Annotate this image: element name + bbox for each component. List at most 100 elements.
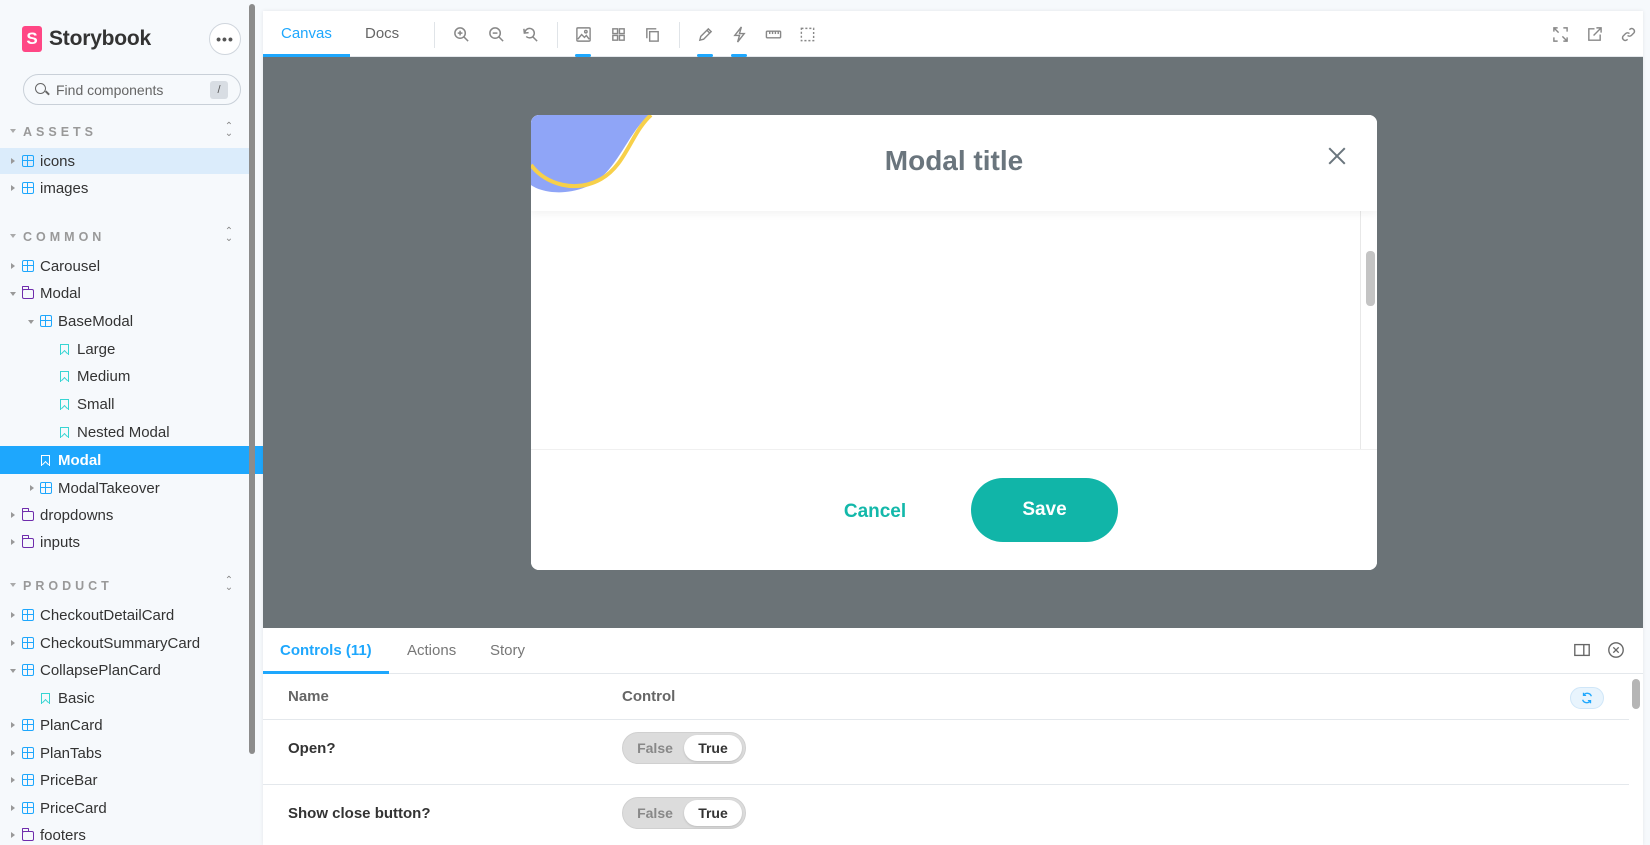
section-common[interactable]: COMMON ⌃ ⌄ <box>0 227 249 247</box>
search-input[interactable] <box>56 81 206 98</box>
controls-table-header: Name Control <box>263 674 1629 720</box>
tab-controls[interactable]: Controls (11) <box>263 628 389 674</box>
sidebar-item-pricecard[interactable]: PriceCard <box>0 795 249 821</box>
sidebar-item-modaltakeover[interactable]: ModalTakeover <box>0 475 249 501</box>
open-new-tab-icon[interactable] <box>1583 23 1605 45</box>
folder-icon <box>21 828 34 841</box>
panel-orientation-icon[interactable] <box>1573 641 1593 661</box>
tab-docs[interactable]: Docs <box>347 11 417 57</box>
toggle-option-true[interactable]: True <box>684 735 742 761</box>
sidebar-item-label: PriceBar <box>40 771 98 789</box>
copy-link-icon[interactable] <box>1617 23 1639 45</box>
expand-collapse-icon[interactable]: ⌃ ⌄ <box>223 576 235 593</box>
section-product[interactable]: PRODUCT ⌃ ⌄ <box>0 576 249 596</box>
folder-icon <box>21 508 34 521</box>
more-options-button[interactable]: ••• <box>209 23 241 55</box>
search-box[interactable]: / <box>23 74 241 105</box>
caret-right-icon <box>11 832 15 838</box>
fullscreen-icon[interactable] <box>1549 23 1571 45</box>
sidebar-item-carousel[interactable]: Carousel <box>0 253 249 279</box>
expand-collapse-icon[interactable]: ⌃ ⌄ <box>223 227 235 244</box>
section-label: PRODUCT <box>23 579 113 593</box>
outline-icon[interactable] <box>796 23 818 45</box>
sidebar-item-checkoutdetailcard[interactable]: CheckoutDetailCard <box>0 602 249 628</box>
caret-right-icon <box>30 485 34 491</box>
tab-actions[interactable]: Actions <box>390 628 473 674</box>
toolbar-divider <box>434 22 435 48</box>
component-icon <box>22 747 34 759</box>
sidebar-item-inputs[interactable]: inputs <box>0 529 249 555</box>
background-icon[interactable] <box>572 23 594 57</box>
caret-right-icon <box>11 612 15 618</box>
reset-controls-button[interactable] <box>1570 687 1604 709</box>
toggle-option-true[interactable]: True <box>684 800 742 826</box>
boolean-toggle[interactable]: False True <box>622 797 746 829</box>
tab-story[interactable]: Story <box>473 628 542 674</box>
bookmark-icon <box>41 455 50 466</box>
sidebar-item-nested-modal[interactable]: Nested Modal <box>0 419 249 445</box>
sidebar-item-medium[interactable]: Medium <box>0 363 249 389</box>
caret-right-icon <box>11 185 15 191</box>
boolean-toggle[interactable]: False True <box>622 732 746 764</box>
caret-right-icon <box>11 805 15 811</box>
close-panel-icon[interactable] <box>1607 641 1627 661</box>
ruler-icon[interactable] <box>762 23 784 45</box>
modal-scrollbar[interactable] <box>1366 251 1375 306</box>
toggle-option-false[interactable]: False <box>626 735 684 761</box>
bookmark-icon <box>60 371 69 382</box>
tab-canvas[interactable]: Canvas <box>263 11 350 57</box>
sidebar-item-modal-folder[interactable]: Modal <box>0 280 249 306</box>
grid-icon[interactable] <box>607 23 629 45</box>
caret-right-icon <box>11 158 15 164</box>
sidebar-item-icons[interactable]: icons <box>0 148 249 174</box>
sidebar-item-images[interactable]: images <box>0 175 249 201</box>
caret-right-icon <box>11 722 15 728</box>
caret-right-icon <box>11 750 15 756</box>
save-button[interactable]: Save <box>971 478 1118 542</box>
sidebar-item-label: PriceCard <box>40 799 107 817</box>
sidebar-item-basic[interactable]: Basic <box>0 685 249 711</box>
expand-collapse-icon[interactable]: ⌃ ⌄ <box>223 122 235 139</box>
viewport-icon[interactable] <box>641 23 663 45</box>
ellipsis-icon: ••• <box>216 31 234 47</box>
sidebar-item-plantabs[interactable]: PlanTabs <box>0 740 249 766</box>
search-shortcut-key: / <box>210 81 228 99</box>
zoom-in-icon[interactable] <box>450 23 472 45</box>
component-icon <box>22 719 34 731</box>
sidebar-item-basemodal[interactable]: BaseModal <box>0 308 249 334</box>
caret-down-icon <box>28 320 34 324</box>
sidebar-item-dropdowns[interactable]: dropdowns <box>0 502 249 528</box>
component-icon <box>22 155 34 167</box>
sidebar-item-label: Carousel <box>40 257 101 275</box>
sidebar-item-small[interactable]: Small <box>0 391 249 417</box>
close-icon[interactable] <box>1324 143 1350 169</box>
section-assets[interactable]: ASSETS ⌃ ⌄ <box>0 122 249 142</box>
sidebar-item-label: Medium <box>77 367 131 385</box>
sidebar-item-label: ModalTakeover <box>58 479 160 497</box>
zoom-out-icon[interactable] <box>485 23 507 45</box>
sidebar-item-footers[interactable]: footers <box>0 822 249 845</box>
sidebar-item-label: images <box>40 179 89 197</box>
panel-scrollbar[interactable] <box>1632 679 1640 709</box>
sidebar-item-pricebar[interactable]: PriceBar <box>0 767 249 793</box>
sidebar-scrollbar[interactable] <box>249 4 255 754</box>
sidebar-item-modal-story[interactable]: Modal <box>0 446 263 474</box>
sidebar-item-collapseplancard[interactable]: CollapsePlanCard <box>0 657 249 683</box>
sidebar-item-label: Small <box>77 395 115 413</box>
sidebar-item-large[interactable]: Large <box>0 336 249 362</box>
sidebar-item-plancard[interactable]: PlanCard <box>0 712 249 738</box>
sidebar-item-label: footers <box>40 826 86 844</box>
sidebar-item-checkoutsummarycard[interactable]: CheckoutSummaryCard <box>0 630 249 656</box>
caret-right-icon <box>11 777 15 783</box>
sidebar: S Storybook ••• / ASSETS ⌃⌄ icons images… <box>0 0 263 845</box>
modal-body <box>531 211 1361 449</box>
sidebar-item-label: PlanTabs <box>40 744 102 762</box>
cancel-button[interactable]: Cancel <box>825 498 925 526</box>
pencil-icon[interactable] <box>694 23 716 57</box>
toggle-option-false[interactable]: False <box>626 800 684 826</box>
storybook-brand[interactable]: S Storybook <box>22 25 151 53</box>
lightning-icon[interactable] <box>728 23 750 57</box>
zoom-reset-icon[interactable] <box>519 23 541 45</box>
component-icon <box>22 637 34 649</box>
column-header-name: Name <box>288 688 329 705</box>
